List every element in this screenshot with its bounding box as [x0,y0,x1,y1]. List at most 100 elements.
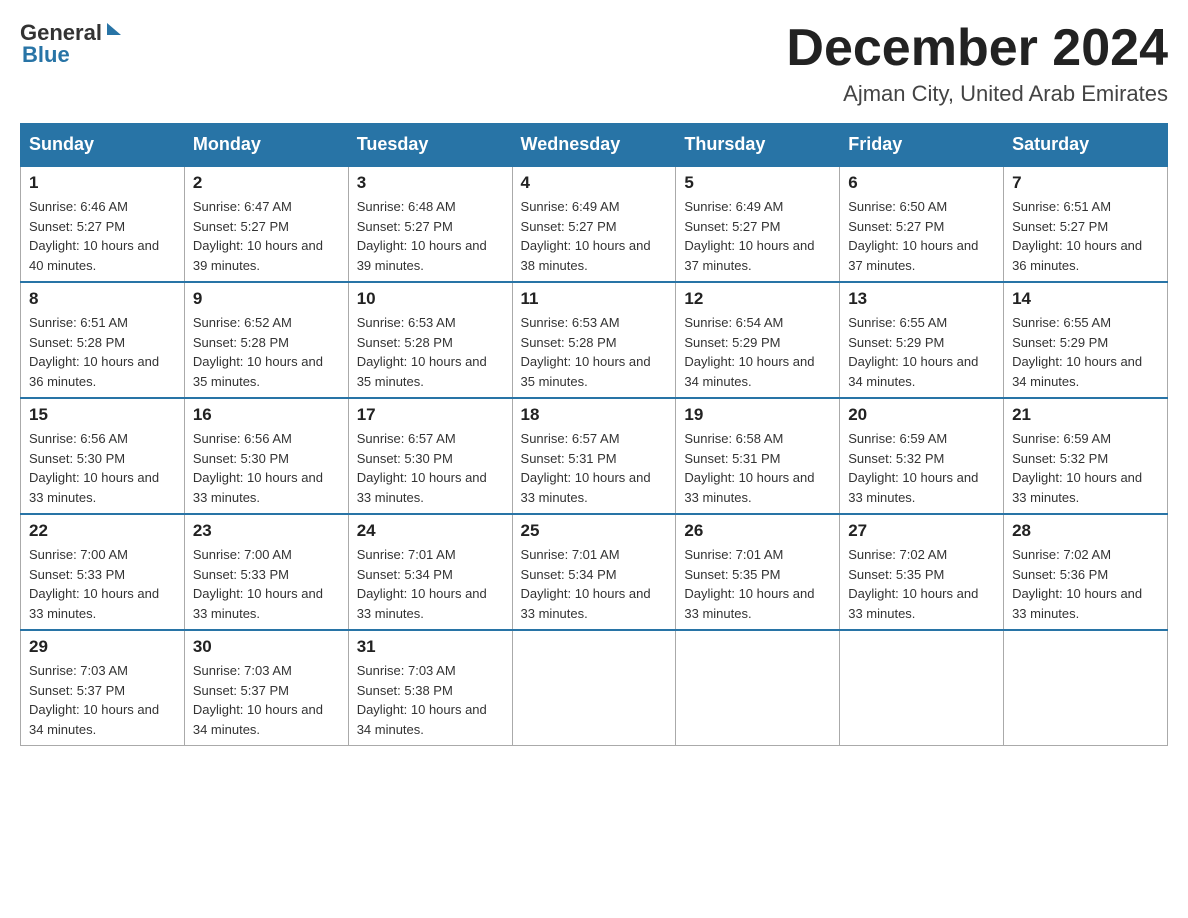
day-info: Sunrise: 6:57 AMSunset: 5:30 PMDaylight:… [357,429,504,507]
day-info: Sunrise: 6:56 AMSunset: 5:30 PMDaylight:… [29,429,176,507]
calendar-cell: 14Sunrise: 6:55 AMSunset: 5:29 PMDayligh… [1004,282,1168,398]
title-area: December 2024 Ajman City, United Arab Em… [786,20,1168,107]
day-number: 17 [357,405,504,425]
header-tuesday: Tuesday [348,124,512,167]
week-row-4: 22 Sunrise: 7:00 AMSunset: 5:33 PMDayligh… [21,514,1168,630]
calendar-cell: 5 Sunrise: 6:49 AMSunset: 5:27 PMDaylight… [676,166,840,282]
day-info: Sunrise: 6:55 AMSunset: 5:29 PMDaylight:… [1012,313,1159,391]
header-wednesday: Wednesday [512,124,676,167]
header-friday: Friday [840,124,1004,167]
calendar-cell: 8 Sunrise: 6:51 AMSunset: 5:28 PMDaylight… [21,282,185,398]
day-info: Sunrise: 6:58 AMSunset: 5:31 PMDaylight:… [684,429,831,507]
week-row-2: 8 Sunrise: 6:51 AMSunset: 5:28 PMDaylight… [21,282,1168,398]
day-info: Sunrise: 6:50 AMSunset: 5:27 PMDaylight:… [848,197,995,275]
day-number: 9 [193,289,340,309]
calendar-cell: 29Sunrise: 7:03 AMSunset: 5:37 PMDayligh… [21,630,185,746]
calendar-cell: 31Sunrise: 7:03 AMSunset: 5:38 PMDayligh… [348,630,512,746]
day-number: 18 [521,405,668,425]
header-monday: Monday [184,124,348,167]
calendar-cell: 21Sunrise: 6:59 AMSunset: 5:32 PMDayligh… [1004,398,1168,514]
day-info: Sunrise: 6:47 AMSunset: 5:27 PMDaylight:… [193,197,340,275]
calendar-cell: 16 Sunrise: 6:56 AMSunset: 5:30 PMDayligh… [184,398,348,514]
day-number: 20 [848,405,995,425]
day-number: 5 [684,173,831,193]
week-row-5: 29Sunrise: 7:03 AMSunset: 5:37 PMDayligh… [21,630,1168,746]
month-title: December 2024 [786,20,1168,77]
day-number: 8 [29,289,176,309]
calendar-cell: 28 Sunrise: 7:02 AMSunset: 5:36 PMDayligh… [1004,514,1168,630]
day-info: Sunrise: 6:46 AMSunset: 5:27 PMDaylight:… [29,197,176,275]
calendar-cell: 12 Sunrise: 6:54 AMSunset: 5:29 PMDayligh… [676,282,840,398]
day-number: 24 [357,521,504,541]
calendar-cell: 25 Sunrise: 7:01 AMSunset: 5:34 PMDayligh… [512,514,676,630]
day-info: Sunrise: 6:56 AMSunset: 5:30 PMDaylight:… [193,429,340,507]
day-info: Sunrise: 6:54 AMSunset: 5:29 PMDaylight:… [684,313,831,391]
calendar-cell: 9 Sunrise: 6:52 AMSunset: 5:28 PMDaylight… [184,282,348,398]
header-thursday: Thursday [676,124,840,167]
calendar-cell: 26 Sunrise: 7:01 AMSunset: 5:35 PMDayligh… [676,514,840,630]
day-info: Sunrise: 6:49 AMSunset: 5:27 PMDaylight:… [521,197,668,275]
day-info: Sunrise: 7:01 AMSunset: 5:34 PMDaylight:… [357,545,504,623]
day-info: Sunrise: 7:03 AMSunset: 5:37 PMDaylight:… [193,661,340,739]
logo-blue-text: Blue [22,42,70,68]
day-info: Sunrise: 6:59 AMSunset: 5:32 PMDaylight:… [848,429,995,507]
day-info: Sunrise: 7:03 AMSunset: 5:37 PMDaylight:… [29,661,176,739]
calendar-cell: 24 Sunrise: 7:01 AMSunset: 5:34 PMDayligh… [348,514,512,630]
calendar-cell: 4 Sunrise: 6:49 AMSunset: 5:27 PMDaylight… [512,166,676,282]
header-saturday: Saturday [1004,124,1168,167]
day-number: 11 [521,289,668,309]
day-info: Sunrise: 7:00 AMSunset: 5:33 PMDaylight:… [29,545,176,623]
logo: General Blue [20,20,121,68]
day-info: Sunrise: 6:49 AMSunset: 5:27 PMDaylight:… [684,197,831,275]
calendar-cell: 13Sunrise: 6:55 AMSunset: 5:29 PMDayligh… [840,282,1004,398]
day-number: 19 [684,405,831,425]
day-number: 12 [684,289,831,309]
calendar-header-row: SundayMondayTuesdayWednesdayThursdayFrid… [21,124,1168,167]
calendar-cell: 2Sunrise: 6:47 AMSunset: 5:27 PMDaylight… [184,166,348,282]
calendar-cell: 22 Sunrise: 7:00 AMSunset: 5:33 PMDayligh… [21,514,185,630]
day-info: Sunrise: 6:52 AMSunset: 5:28 PMDaylight:… [193,313,340,391]
day-number: 22 [29,521,176,541]
day-number: 25 [521,521,668,541]
week-row-3: 15 Sunrise: 6:56 AMSunset: 5:30 PMDayligh… [21,398,1168,514]
calendar-cell: 19 Sunrise: 6:58 AMSunset: 5:31 PMDayligh… [676,398,840,514]
calendar-cell [676,630,840,746]
day-number: 26 [684,521,831,541]
day-info: Sunrise: 6:51 AMSunset: 5:28 PMDaylight:… [29,313,176,391]
calendar-cell: 1 Sunrise: 6:46 AMSunset: 5:27 PMDaylight… [21,166,185,282]
page-header: General Blue December 2024 Ajman City, U… [20,20,1168,107]
calendar-cell: 11Sunrise: 6:53 AMSunset: 5:28 PMDayligh… [512,282,676,398]
logo-triangle-icon [107,23,121,35]
calendar-table: SundayMondayTuesdayWednesdayThursdayFrid… [20,123,1168,746]
day-number: 27 [848,521,995,541]
calendar-cell: 6 Sunrise: 6:50 AMSunset: 5:27 PMDaylight… [840,166,1004,282]
day-info: Sunrise: 7:02 AMSunset: 5:36 PMDaylight:… [1012,545,1159,623]
day-info: Sunrise: 6:48 AMSunset: 5:27 PMDaylight:… [357,197,504,275]
calendar-cell: 20 Sunrise: 6:59 AMSunset: 5:32 PMDayligh… [840,398,1004,514]
day-info: Sunrise: 7:02 AMSunset: 5:35 PMDaylight:… [848,545,995,623]
day-number: 23 [193,521,340,541]
day-info: Sunrise: 7:01 AMSunset: 5:34 PMDaylight:… [521,545,668,623]
day-number: 4 [521,173,668,193]
calendar-cell [512,630,676,746]
day-info: Sunrise: 7:01 AMSunset: 5:35 PMDaylight:… [684,545,831,623]
day-info: Sunrise: 6:53 AMSunset: 5:28 PMDaylight:… [357,313,504,391]
day-number: 6 [848,173,995,193]
day-number: 15 [29,405,176,425]
calendar-cell [840,630,1004,746]
day-number: 28 [1012,521,1159,541]
calendar-cell: 23 Sunrise: 7:00 AMSunset: 5:33 PMDayligh… [184,514,348,630]
week-row-1: 1 Sunrise: 6:46 AMSunset: 5:27 PMDaylight… [21,166,1168,282]
calendar-cell [1004,630,1168,746]
day-number: 30 [193,637,340,657]
day-info: Sunrise: 7:00 AMSunset: 5:33 PMDaylight:… [193,545,340,623]
calendar-cell: 30 Sunrise: 7:03 AMSunset: 5:37 PMDayligh… [184,630,348,746]
day-info: Sunrise: 6:57 AMSunset: 5:31 PMDaylight:… [521,429,668,507]
day-number: 3 [357,173,504,193]
day-info: Sunrise: 6:59 AMSunset: 5:32 PMDaylight:… [1012,429,1159,507]
calendar-cell: 15 Sunrise: 6:56 AMSunset: 5:30 PMDayligh… [21,398,185,514]
day-number: 1 [29,173,176,193]
day-number: 16 [193,405,340,425]
header-sunday: Sunday [21,124,185,167]
day-number: 31 [357,637,504,657]
